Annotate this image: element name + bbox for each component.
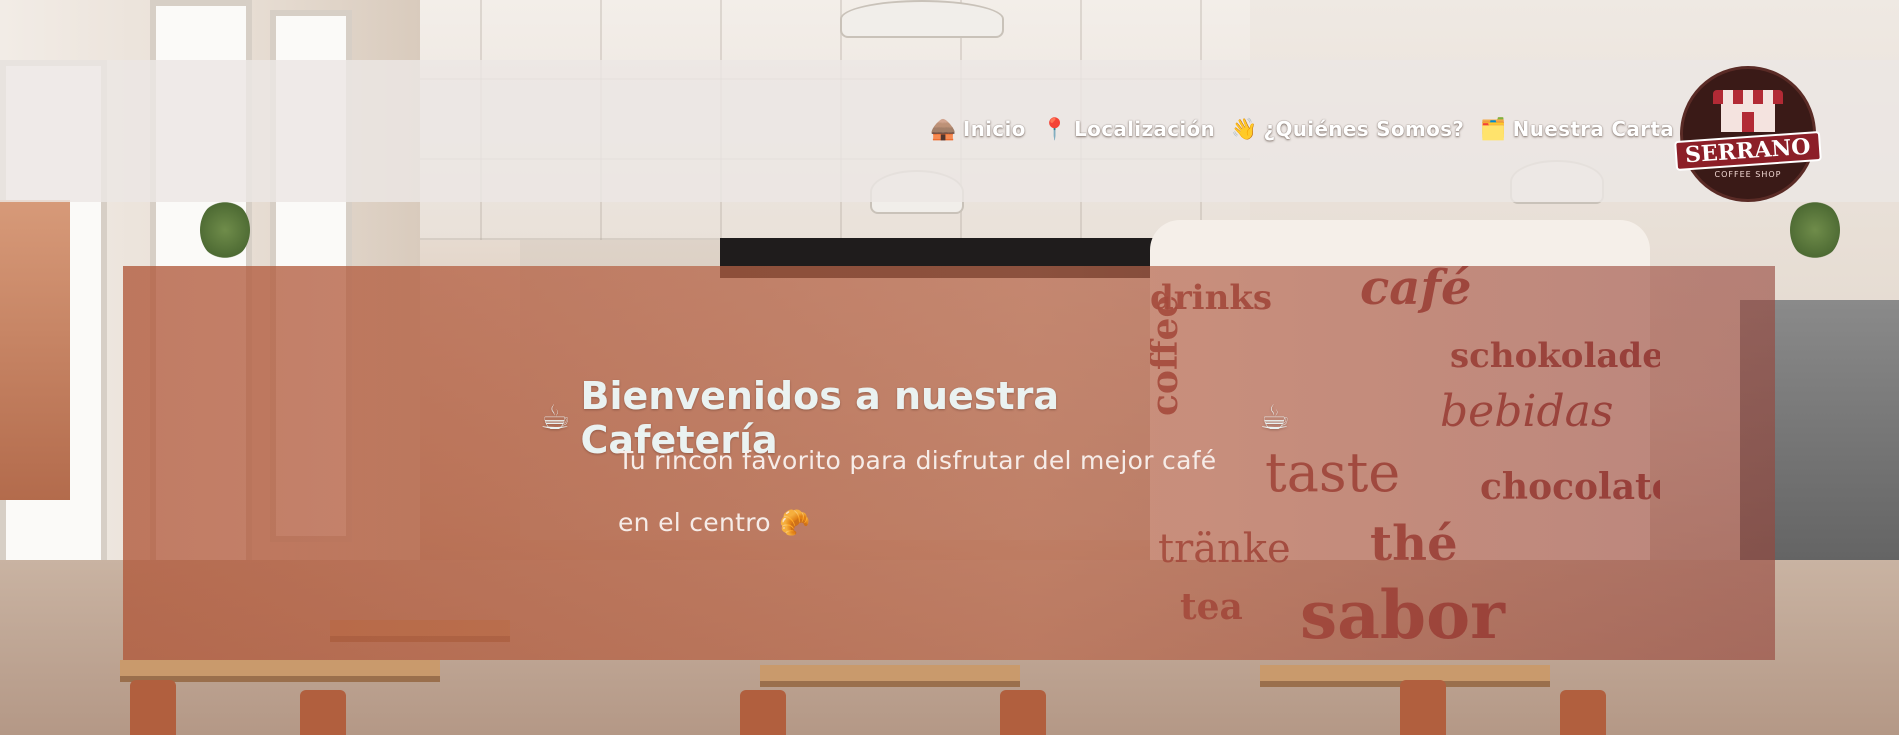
nav-label: Nuestra Carta [1512, 117, 1674, 141]
table [120, 660, 440, 682]
chair [300, 690, 346, 735]
shop-icon [1713, 89, 1783, 132]
chair [740, 690, 786, 735]
brand-logo[interactable]: SERRANO COFFEE SHOP [1674, 66, 1822, 202]
site-header: 🛖 Inicio 📍 Localización 👋 ¿Quiénes Somos… [0, 60, 1899, 202]
nav-link-localizacion[interactable]: 📍 Localización [1042, 117, 1215, 141]
logo-name: SERRANO [1674, 130, 1822, 171]
nav-link-nuestra-carta[interactable]: 🗂️ Nuestra Carta [1480, 117, 1674, 141]
nav-label: Localización [1074, 117, 1216, 141]
hero-subtitle: Tu rincón favorito para disfrutar del me… [618, 446, 1217, 537]
nav-link-quienes-somos[interactable]: 👋 ¿Quiénes Somos? [1231, 117, 1464, 141]
table [760, 665, 1020, 687]
main-nav: 🛖 Inicio 📍 Localización 👋 ¿Quiénes Somos… [930, 117, 1674, 141]
chair [130, 680, 176, 735]
hut-icon: 🛖 [930, 116, 957, 141]
wave-hand-icon: 👋 [1231, 116, 1258, 141]
nav-label: ¿Quiénes Somos? [1263, 117, 1465, 141]
chair [1400, 680, 1446, 735]
logo-subtitle: COFFEE SHOP [1714, 169, 1782, 179]
nav-link-inicio[interactable]: 🛖 Inicio [930, 117, 1025, 141]
chair [1560, 690, 1606, 735]
plant [200, 200, 250, 260]
wall-portrait [0, 200, 70, 500]
chair [1000, 690, 1046, 735]
ceiling-lamp [840, 0, 1004, 38]
pin-icon: 📍 [1041, 116, 1069, 141]
plant [1790, 200, 1840, 260]
nav-label: Inicio [962, 117, 1026, 141]
coffee-icon: ☕ [540, 398, 571, 438]
coffee-icon: ☕ [1259, 398, 1290, 438]
folder-icon: 🗂️ [1480, 116, 1507, 141]
